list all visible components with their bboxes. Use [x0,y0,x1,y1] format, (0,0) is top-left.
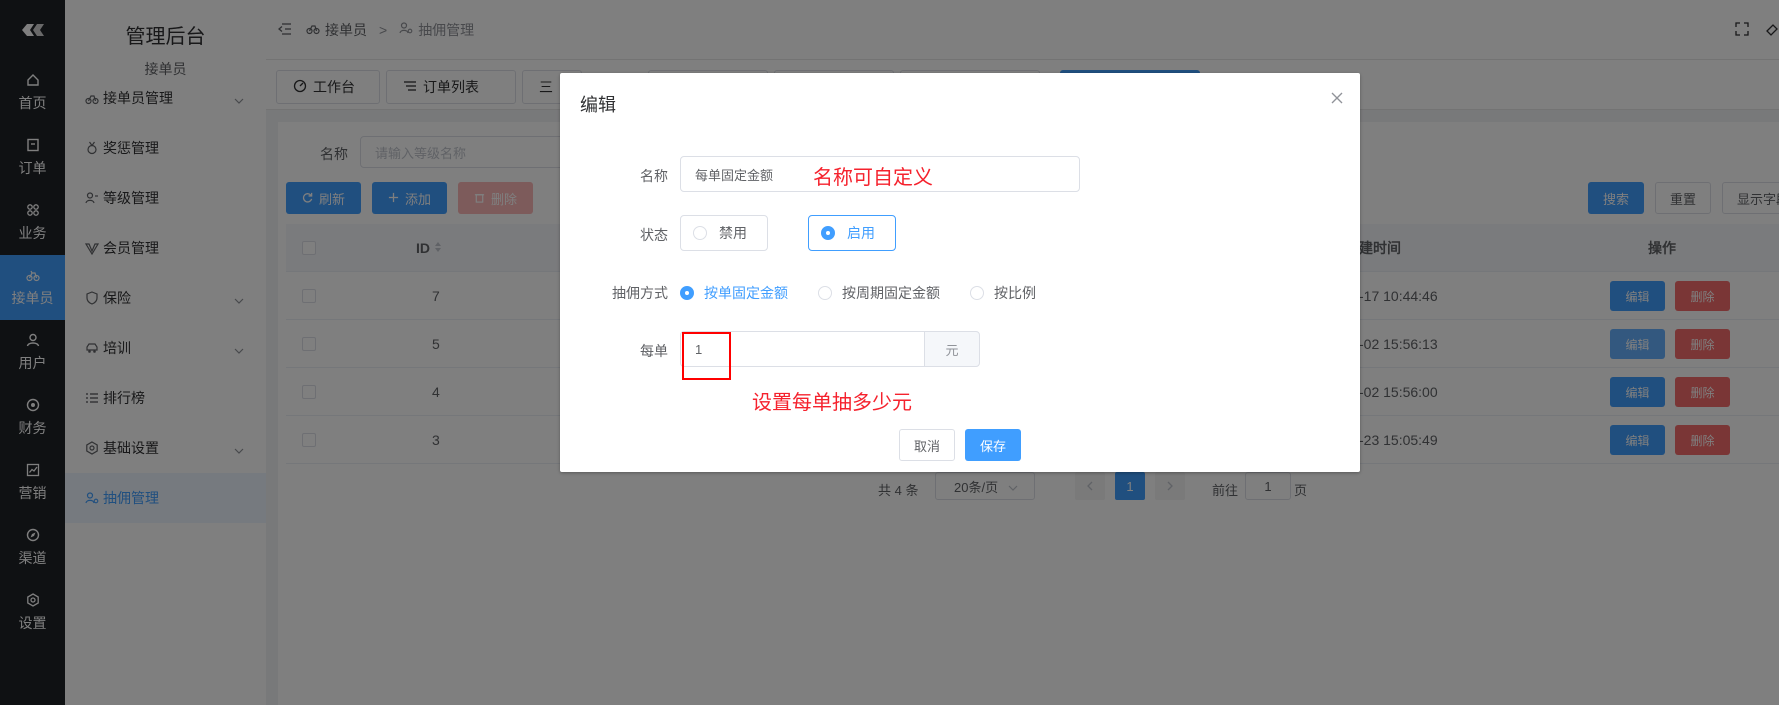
radio-circle [821,226,835,240]
radio-circle [680,286,694,300]
per-order-unit: 元 [924,331,980,367]
status-label: 状态 [640,227,668,243]
mode-per-order-fixed-radio[interactable]: 按单固定金额 [680,283,788,303]
name-annotation: 名称可自定义 [813,167,933,189]
radio-label: 按比例 [994,285,1036,301]
edit-dialog: 编辑 名称 每单固定金额 名称可自定义 状态 禁用 启用 抽佣方式 按单固定金额… [560,73,1360,472]
mode-ratio-radio[interactable]: 按比例 [970,283,1036,303]
status-enabled-radio[interactable]: 启用 [808,215,896,251]
per-order-label: 每单 [640,343,668,359]
radio-circle [818,286,832,300]
status-disabled-radio[interactable]: 禁用 [680,215,768,251]
radio-label: 按单固定金额 [704,285,788,301]
radio-label: 禁用 [719,225,747,241]
radio-circle [970,286,984,300]
annotation-highlight-box [682,332,731,380]
mode-label: 抽佣方式 [612,285,668,301]
dialog-title: 编辑 [580,95,616,115]
mode-period-fixed-radio[interactable]: 按周期固定金额 [818,283,940,303]
name-label: 名称 [640,168,668,184]
save-button[interactable]: 保存 [965,429,1021,461]
cancel-button[interactable]: 取消 [899,429,955,461]
close-icon[interactable] [1330,91,1344,105]
per-order-annotation: 设置每单抽多少元 [752,392,912,414]
radio-label: 启用 [847,225,875,241]
radio-label: 按周期固定金额 [842,285,940,301]
radio-circle [693,226,707,240]
